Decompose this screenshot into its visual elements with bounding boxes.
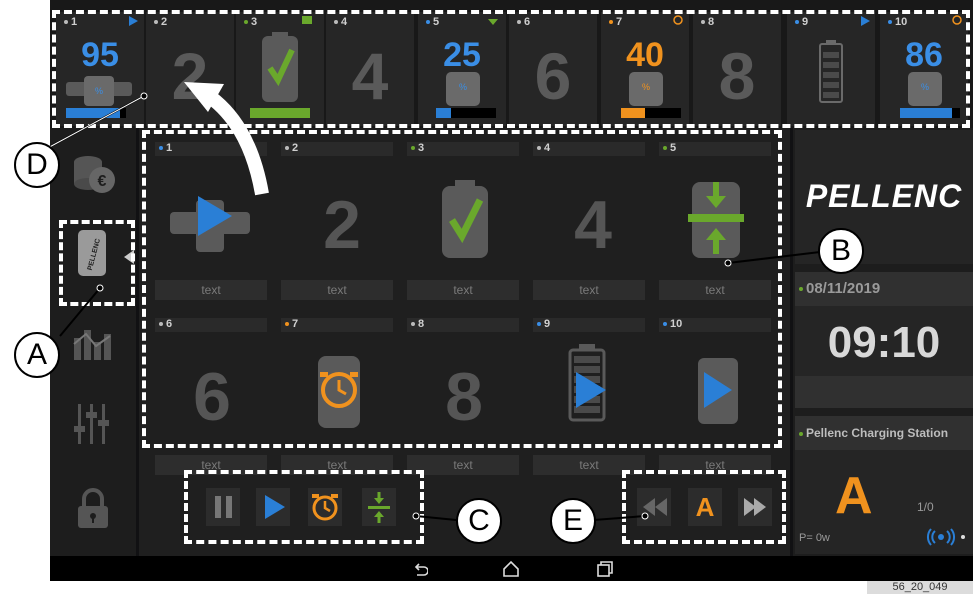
callout-e: E [550, 498, 596, 544]
callout-d: D [14, 142, 60, 188]
callout-b: B [818, 228, 864, 274]
callout-c: C [456, 498, 502, 544]
callout-a: A [14, 332, 60, 378]
